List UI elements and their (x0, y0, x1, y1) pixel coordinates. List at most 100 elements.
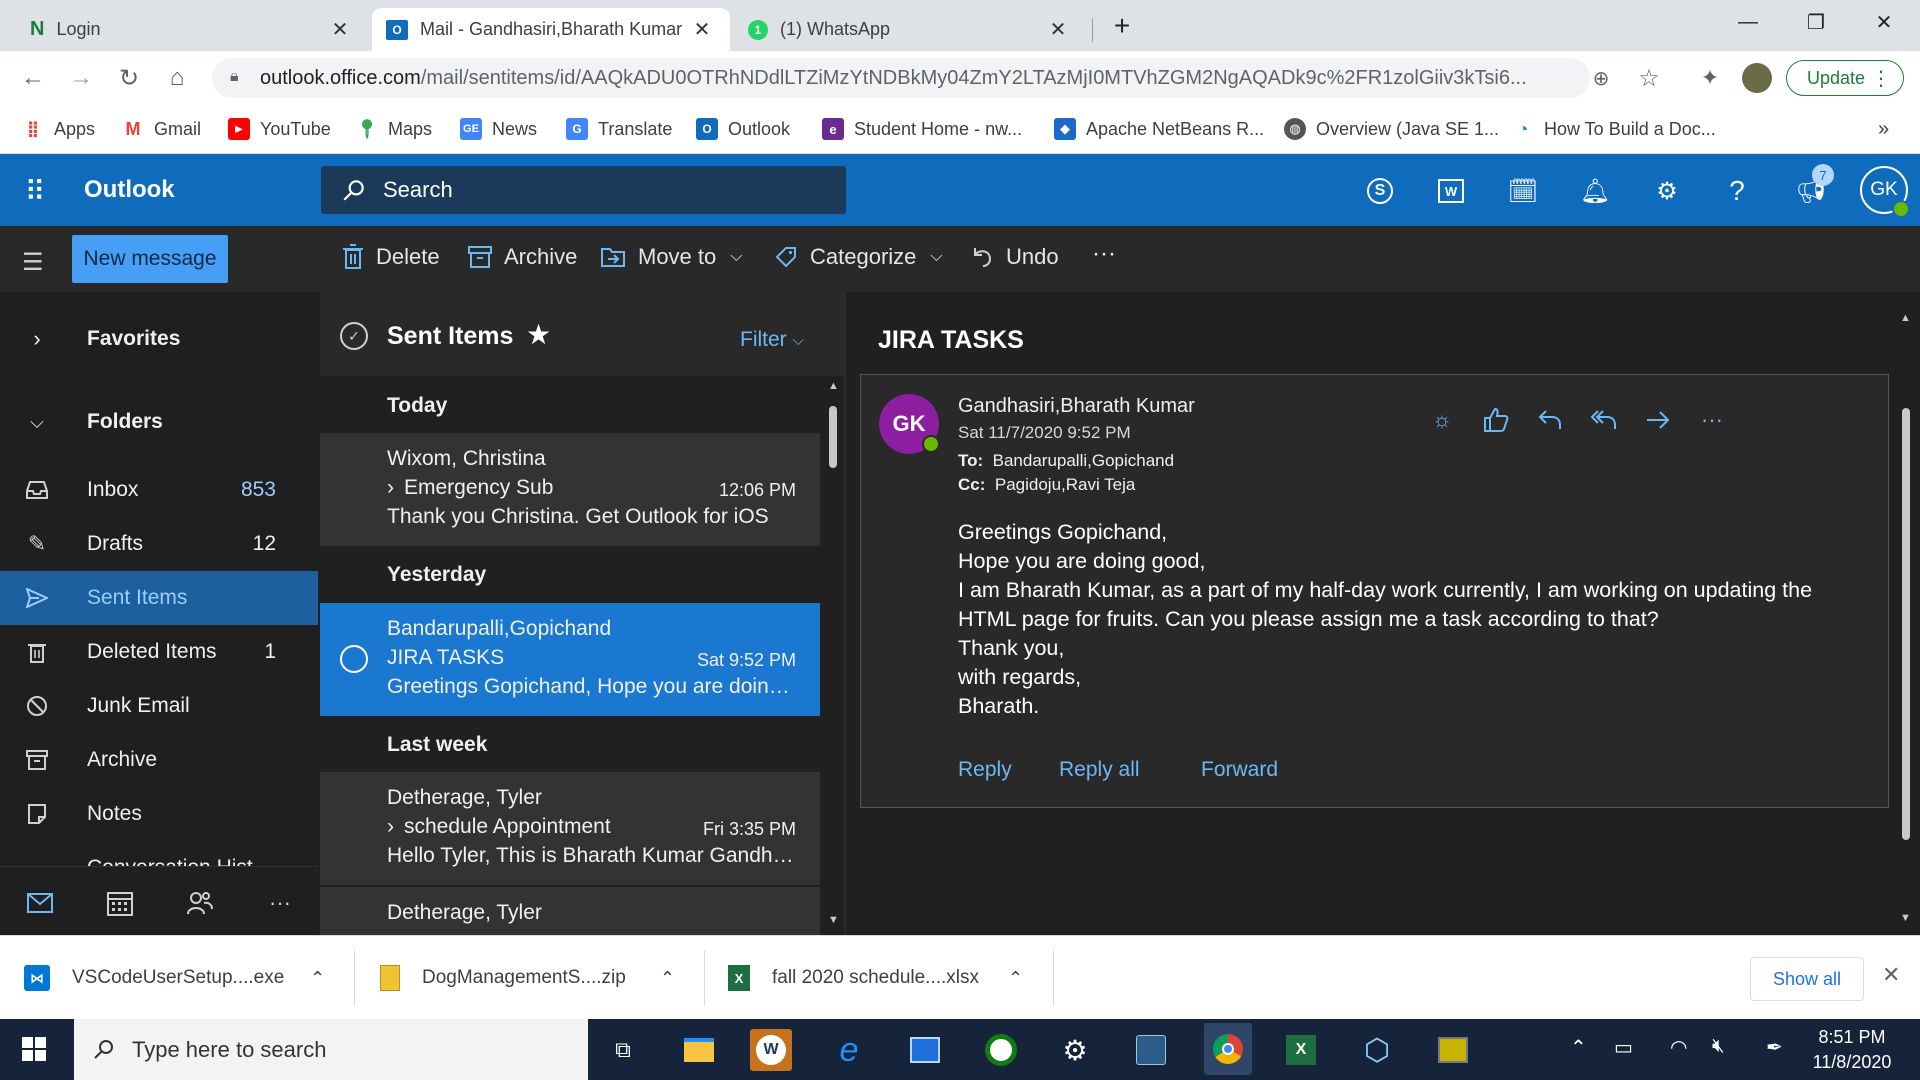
chevron-up-icon[interactable]: ⌃ (1008, 968, 1023, 989)
download-item[interactable]: ⋈ VSCodeUserSetup....exe ⌃ (24, 936, 344, 1020)
close-tab-icon[interactable]: ✕ (326, 17, 354, 42)
more-bookmarks-chevron-icon[interactable]: » (1878, 115, 1889, 143)
tab-mail[interactable]: O Mail - Gandhasiri,Bharath Kumar ✕ (372, 8, 730, 51)
select-all-checkmark-icon[interactable]: ✓ (340, 322, 368, 350)
bell-notifications-icon[interactable]: 🔔︎ (1578, 174, 1612, 208)
show-all-downloads-button[interactable]: Show all (1750, 957, 1864, 1001)
mail-envelope-icon[interactable] (26, 889, 54, 917)
bookmark-apps[interactable]: ⣿ Apps (22, 115, 95, 143)
minimize-button[interactable]: — (1716, 0, 1780, 44)
reload-button[interactable]: ↻ (114, 63, 144, 93)
app-w-icon[interactable]: W (750, 1029, 792, 1071)
pen-icon[interactable]: ✒ (1766, 1035, 1783, 1060)
bookmark-news[interactable]: GE News (460, 115, 537, 143)
bookmark-star-icon[interactable]: ☆ (1634, 63, 1664, 93)
install-app-icon[interactable]: ⊕ (1586, 63, 1616, 93)
chrome-icon[interactable] (1204, 1023, 1252, 1075)
sun-immersive-reader-icon[interactable]: ☼ (1427, 405, 1457, 435)
my-day-calendar-check-icon[interactable]: 🗓︎ (1506, 174, 1540, 208)
close-downloads-icon[interactable]: ✕ (1882, 962, 1900, 988)
home-button[interactable]: ⌂ (162, 63, 192, 93)
profile-avatar[interactable] (1742, 63, 1772, 93)
filter-button[interactable]: Filter ⌵ (740, 328, 804, 352)
chevron-up-icon[interactable]: ⌃ (660, 968, 675, 989)
address-bar[interactable]: 🔒︎ outlook.office.com/mail/sentitems/id/… (212, 58, 1590, 98)
bookmark-how-to-build[interactable]: ◔ How To Build a Doc... (1512, 115, 1716, 143)
folder-deleted-items[interactable]: Deleted Items 1 (0, 625, 318, 679)
bookmark-maps[interactable]: 📍︎ Maps (356, 115, 432, 143)
scroll-up-arrow-icon[interactable]: ▲ (828, 380, 839, 392)
message-item[interactable]: Detherage, Tyler › schedule Appointment F… (320, 772, 820, 885)
close-window-button[interactable]: ✕ (1852, 0, 1916, 44)
office-word-icon[interactable]: W (1434, 174, 1468, 208)
task-view-icon[interactable]: ⧉ (602, 1029, 644, 1071)
more-actions-ellipsis-icon[interactable]: ··· (1697, 405, 1727, 435)
download-item[interactable]: X fall 2020 schedule....xlsx ⌃ (728, 936, 1048, 1020)
move-to-button[interactable]: Move to ⌵ (600, 244, 742, 270)
skype-icon[interactable]: S (1363, 174, 1397, 208)
categorize-button[interactable]: Categorize ⌵ (774, 244, 943, 270)
folder-archive[interactable]: Archive (0, 733, 318, 787)
folders-toggle[interactable]: ⌵ Folders (0, 395, 318, 449)
photos-icon[interactable] (904, 1029, 946, 1071)
sender-name[interactable]: Gandhasiri,Bharath Kumar (958, 395, 1195, 418)
taskbar-clock[interactable]: 8:51 PM 11/8/2020 (1800, 1025, 1904, 1075)
extensions-icon[interactable]: ✦ (1695, 63, 1725, 93)
windows-start-icon[interactable] (22, 1037, 46, 1061)
folder-drafts[interactable]: ✎ Drafts 12 (0, 517, 318, 571)
favorites-toggle[interactable]: › Favorites (0, 312, 318, 366)
favorite-star-icon[interactable]: ★ (526, 318, 551, 351)
folder-notes[interactable]: Notes (0, 787, 318, 841)
to-recipient[interactable]: Bandarupalli,Gopichand (993, 451, 1174, 470)
settings-gear-icon[interactable]: ⚙ (1054, 1029, 1096, 1071)
scrollbar-thumb[interactable] (829, 406, 837, 468)
close-tab-icon[interactable]: ✕ (1044, 17, 1072, 42)
message-item-selected[interactable]: Bandarupalli,Gopichand JIRA TASKS Sat 9:… (320, 603, 820, 716)
bookmark-student-home[interactable]: e Student Home - nw... (822, 115, 1022, 143)
battery-icon[interactable]: ▭ (1614, 1035, 1633, 1060)
reply-arrow-icon[interactable] (1535, 405, 1565, 435)
internet-explorer-icon[interactable]: e (828, 1029, 870, 1071)
search-box[interactable]: Search (321, 166, 846, 214)
select-radio-circle-icon[interactable] (340, 645, 368, 673)
folder-inbox[interactable]: Inbox 853 (0, 463, 318, 517)
new-tab-button[interactable]: + (1090, 4, 1154, 48)
message-list-scrollbar[interactable]: ▲ ▼ (820, 376, 844, 935)
like-thumbs-up-icon[interactable] (1481, 405, 1511, 435)
taskbar-search-box[interactable]: Type here to search (74, 1019, 588, 1080)
undo-button[interactable]: Undo (970, 244, 1059, 270)
settings-gear-icon[interactable]: ⚙ (1650, 174, 1684, 208)
more-actions-ellipsis-icon[interactable]: ··· (1092, 240, 1116, 268)
message-item[interactable]: Wixom, Christina › Emergency Sub 12:06 PM… (320, 433, 820, 546)
bookmark-java-overview[interactable]: ◍ Overview (Java SE 1... (1284, 115, 1499, 143)
new-message-button[interactable]: New message (72, 235, 228, 283)
bookmark-gmail[interactable]: M Gmail (122, 115, 202, 143)
hamburger-menu-icon[interactable]: ☰ (22, 248, 44, 277)
scroll-up-arrow-icon[interactable]: ▲ (1900, 312, 1911, 324)
help-question-icon[interactable]: ? (1720, 174, 1754, 208)
volume-muted-icon[interactable]: 🔇︎ (1712, 1035, 1725, 1058)
app-name[interactable]: Outlook (84, 176, 175, 204)
xbox-game-icon[interactable] (980, 1029, 1022, 1071)
bookmark-translate[interactable]: G Translate (566, 115, 672, 143)
reply-link[interactable]: Reply (958, 758, 1012, 782)
forward-link[interactable]: Forward (1201, 758, 1278, 782)
delete-button[interactable]: Delete (342, 244, 440, 270)
filezilla-icon[interactable] (1432, 1029, 1474, 1071)
message-item[interactable]: Detherage, Tyler (320, 887, 820, 935)
excel-icon[interactable]: X (1280, 1029, 1322, 1071)
archive-button[interactable]: Archive (468, 244, 577, 270)
download-item[interactable]: DogManagementS....zip ⌃ (380, 936, 700, 1020)
netbeans-icon[interactable]: ⬡ (1356, 1029, 1398, 1071)
chevron-up-icon[interactable]: ⌃ (310, 968, 325, 989)
bookmark-youtube[interactable]: ▶ YouTube (228, 115, 331, 143)
tab-login[interactable]: N Login ✕ (16, 8, 368, 51)
mysql-workbench-icon[interactable] (1130, 1029, 1172, 1071)
people-icon[interactable] (186, 889, 214, 917)
calendar-icon[interactable] (106, 889, 134, 917)
reading-pane-scrollbar-thumb[interactable] (1902, 408, 1910, 840)
cc-recipient[interactable]: Pagidoju,Ravi Teja (995, 475, 1136, 494)
close-tab-icon[interactable]: ✕ (688, 17, 716, 42)
reply-all-link[interactable]: Reply all (1059, 758, 1140, 782)
wifi-icon[interactable]: ◠ (1670, 1035, 1687, 1060)
